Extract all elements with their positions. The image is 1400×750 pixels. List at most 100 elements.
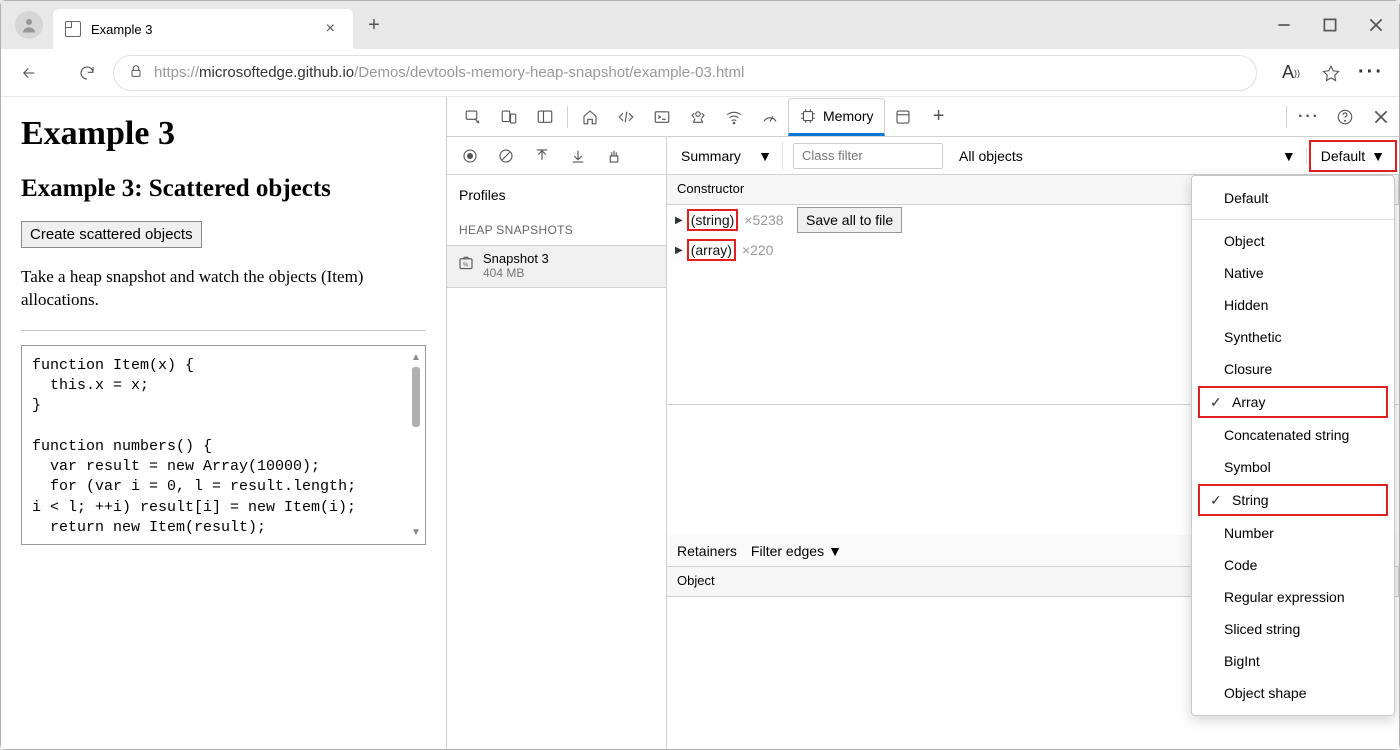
code-box: function Item(x) { this.x = x; } functio… [21,345,426,545]
menu-item-array[interactable]: Array [1198,386,1388,418]
inspect-icon[interactable] [455,99,491,135]
chevron-down-icon: ▼ [1282,148,1296,164]
menu-item-object-shape[interactable]: Object shape [1192,677,1394,709]
refresh-button[interactable] [69,55,105,91]
heap-snapshots-header: HEAP SNAPSHOTS [447,215,666,246]
clear-button[interactable] [489,141,523,171]
menu-item-native[interactable]: Native [1192,257,1394,289]
col-constructor[interactable]: Constructor [667,175,1221,204]
menu-item-hidden[interactable]: Hidden [1192,289,1394,321]
address-bar[interactable]: https://microsoftedge.github.io/Demos/de… [113,55,1257,91]
expand-icon[interactable]: ▶ [675,245,683,256]
scroll-down-icon[interactable]: ▼ [409,527,423,538]
col-object[interactable]: Object [667,567,1213,596]
menu-item-synthetic[interactable]: Synthetic [1192,321,1394,353]
elements-tab-icon[interactable] [608,99,644,135]
snapshot-item[interactable]: % Snapshot 3 404 MB [447,246,666,288]
menu-item-symbol[interactable]: Symbol [1192,451,1394,483]
expand-icon[interactable]: ▶ [675,215,683,226]
code-text: function Item(x) { this.x = x; } functio… [32,356,415,538]
menu-item-object[interactable]: Object [1192,225,1394,257]
all-objects-dropdown[interactable]: All objects▼ [949,148,1307,164]
chevron-down-icon: ▼ [1371,148,1385,164]
menu-item-number[interactable]: Number [1192,517,1394,549]
divider [21,330,426,331]
menu-item-regex[interactable]: Regular expression [1192,581,1394,613]
browser-tab[interactable]: Example 3 × [53,9,353,49]
save-all-button[interactable]: Save all to file [797,207,902,233]
close-devtools-button[interactable] [1363,99,1399,135]
window-controls [1261,5,1399,45]
tab-title: Example 3 [91,22,320,37]
memory-main: Summary▼ All objects▼ Default▼ Construct… [667,137,1399,749]
menu-item-bigint[interactable]: BigInt [1192,645,1394,677]
summary-dropdown[interactable]: Summary▼ [671,142,783,170]
gc-button[interactable] [597,141,631,171]
snapshot-name: Snapshot 3 [483,252,549,267]
menu-item-code[interactable]: Code [1192,549,1394,581]
snapshot-icon: % [457,255,475,278]
device-icon[interactable] [491,99,527,135]
close-window-button[interactable] [1353,5,1399,45]
help-button[interactable] [1327,99,1363,135]
lock-icon [128,63,144,82]
default-filter-dropdown[interactable]: Default▼ [1309,140,1397,172]
export-button[interactable] [525,141,559,171]
maximize-button[interactable] [1307,5,1353,45]
import-button[interactable] [561,141,595,171]
constructor-name: (array) [687,239,736,261]
menu-item-closure[interactable]: Closure [1192,353,1394,385]
class-filter-input[interactable] [793,143,943,169]
more-button[interactable]: ··· [1353,55,1389,91]
menu-item-concat-string[interactable]: Concatenated string [1192,419,1394,451]
page-content: Example 3 Example 3: Scattered objects C… [1,97,447,749]
dock-icon[interactable] [527,99,563,135]
constructor-count: ×5238 [744,212,783,228]
page-h1: Example 3 [21,115,426,153]
profile-avatar[interactable] [15,11,43,39]
constructor-name: (string) [687,209,739,231]
constructor-count: ×220 [742,242,774,258]
record-button[interactable] [453,141,487,171]
memory-sidebar: Profiles HEAP SNAPSHOTS % Snapshot 3 404… [447,137,667,749]
svg-text:%: % [463,262,469,268]
sources-tab-icon[interactable] [680,99,716,135]
network-tab-icon[interactable] [716,99,752,135]
browser-window: Example 3 × + https://microsoftedge.gith… [0,0,1400,750]
menu-item-default[interactable]: Default [1192,182,1394,214]
console-tab-icon[interactable] [644,99,680,135]
create-scattered-objects-button[interactable]: Create scattered objects [21,221,202,248]
memory-filter-bar: Summary▼ All objects▼ Default▼ [667,137,1399,175]
minimize-button[interactable] [1261,5,1307,45]
back-button[interactable] [11,55,47,91]
performance-tab-icon[interactable] [752,99,788,135]
content-area: Example 3 Example 3: Scattered objects C… [1,97,1399,749]
menu-item-sliced-string[interactable]: Sliced string [1192,613,1394,645]
welcome-tab-icon[interactable] [572,99,608,135]
devtools-body: Profiles HEAP SNAPSHOTS % Snapshot 3 404… [447,137,1399,749]
chip-icon [799,107,817,125]
favorite-button[interactable] [1313,55,1349,91]
page-desc: Take a heap snapshot and watch the objec… [21,266,426,312]
titlebar: Example 3 × + [1,1,1399,49]
menu-item-string[interactable]: String [1198,484,1388,516]
filter-edges-dropdown[interactable]: Filter edges▼ [751,543,842,559]
person-icon [20,16,38,34]
retainers-label: Retainers [677,543,737,559]
more-tools-button[interactable]: ··· [1291,99,1327,135]
memory-toolbar [447,137,666,175]
memory-tab-label: Memory [823,108,874,124]
snapshot-size: 404 MB [483,267,549,281]
close-tab-button[interactable]: × [320,18,341,40]
scrollbar[interactable]: ▲ ▼ [409,352,423,538]
scroll-up-icon[interactable]: ▲ [409,352,423,363]
new-tab-button[interactable]: + [357,8,391,42]
memory-tab[interactable]: Memory [788,98,885,136]
profiles-label: Profiles [447,175,666,215]
page-icon [65,21,81,37]
page-h2: Example 3: Scattered objects [21,175,426,203]
scroll-thumb[interactable] [412,367,420,427]
application-tab-icon[interactable] [885,99,921,135]
read-aloud-button[interactable]: A)) [1273,55,1309,91]
new-panel-button[interactable]: + [921,99,957,135]
